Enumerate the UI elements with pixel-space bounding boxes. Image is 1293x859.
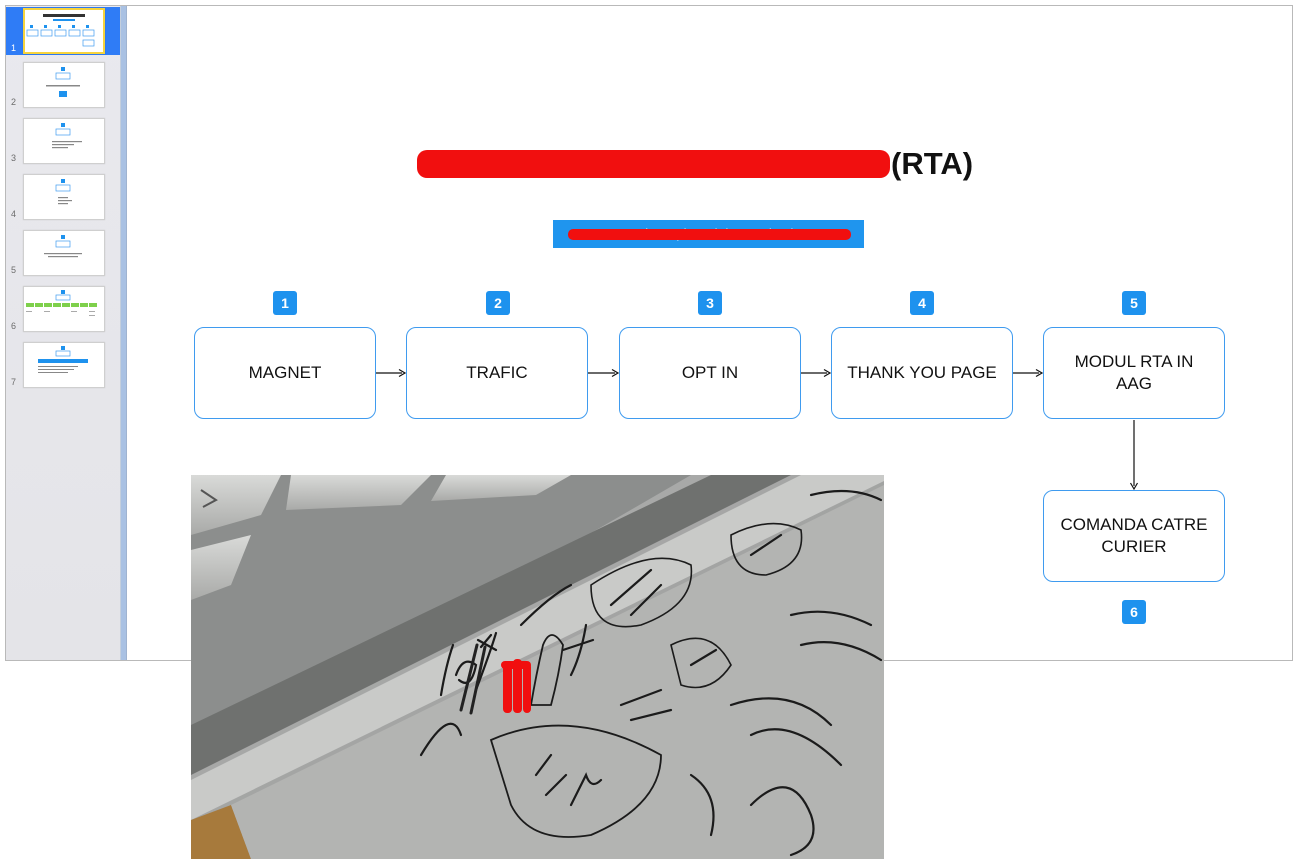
- step-badge-2: 2: [486, 291, 510, 315]
- step-box-thank-you-page[interactable]: THANK YOU PAGE: [831, 327, 1013, 419]
- slide-number: 1: [11, 43, 17, 53]
- arrow-right-icon: [588, 368, 619, 378]
- arrow-right-icon: [1013, 368, 1043, 378]
- arrow-right-icon: [376, 368, 406, 378]
- slide-thumbnail-image: [23, 342, 105, 388]
- slide-thumbnail-1[interactable]: 1: [6, 7, 120, 55]
- slide-number: 5: [11, 265, 17, 275]
- step-label: THANK YOU PAGE: [847, 363, 997, 382]
- step-badge-5: 5: [1122, 291, 1146, 315]
- slide-number: 3: [11, 153, 17, 163]
- slide-thumbnail-5[interactable]: 5: [6, 229, 120, 277]
- slide-thumbnail-image: [23, 230, 105, 276]
- step-box-modul-rta[interactable]: MODUL RTA IN AAG: [1043, 327, 1225, 419]
- step-box-magnet[interactable]: MAGNET: [194, 327, 376, 419]
- slide-number: 2: [11, 97, 17, 107]
- step-badge-6: 6: [1122, 600, 1146, 624]
- notes-photo: [191, 475, 884, 859]
- sidebar-resize-handle[interactable]: [120, 6, 127, 660]
- step-box-trafic[interactable]: TRAFIC: [406, 327, 588, 419]
- slide-thumbnail-2[interactable]: 2: [6, 61, 120, 109]
- slide-number: 6: [11, 321, 17, 331]
- slide-thumbnail-6[interactable]: 6: [6, 285, 120, 333]
- slide-thumbnail-3[interactable]: 3: [6, 117, 120, 165]
- step-box-opt-in[interactable]: OPT IN: [619, 327, 801, 419]
- step-badge-1: 1: [273, 291, 297, 315]
- slide-thumbnail-image: [23, 286, 105, 332]
- step-box-comanda-curier[interactable]: COMANDA CATRE CURIER: [1043, 490, 1225, 582]
- slide-number: 7: [11, 377, 17, 387]
- arrow-down-icon: [1129, 420, 1139, 490]
- slide-thumbnail-4[interactable]: 4: [6, 173, 120, 221]
- step-label: MAGNET: [248, 363, 322, 382]
- redaction-mark: [417, 150, 890, 178]
- slide-thumbnail-image: [23, 118, 105, 164]
- step-label: MODUL RTA IN AAG: [1074, 352, 1194, 393]
- slide-navigator: 1 2 3 4 5 6 7: [6, 6, 120, 660]
- step-label: OPT IN: [681, 363, 739, 382]
- slide-thumbnail-image: [23, 62, 105, 108]
- slide-thumbnail-image: [23, 174, 105, 220]
- step-badge-3: 3: [698, 291, 722, 315]
- slide-thumbnail-7[interactable]: 7: [6, 341, 120, 389]
- slide-thumbnail-image: [23, 8, 105, 54]
- step-label: TRAFIC: [466, 363, 528, 382]
- slide-title-suffix: (RTA): [891, 146, 974, 181]
- step-badge-4: 4: [910, 291, 934, 315]
- step-label: COMANDA CATRE CURIER: [1060, 515, 1208, 556]
- arrow-right-icon: [801, 368, 831, 378]
- slide-number: 4: [11, 209, 17, 219]
- redaction-mark: [568, 229, 851, 240]
